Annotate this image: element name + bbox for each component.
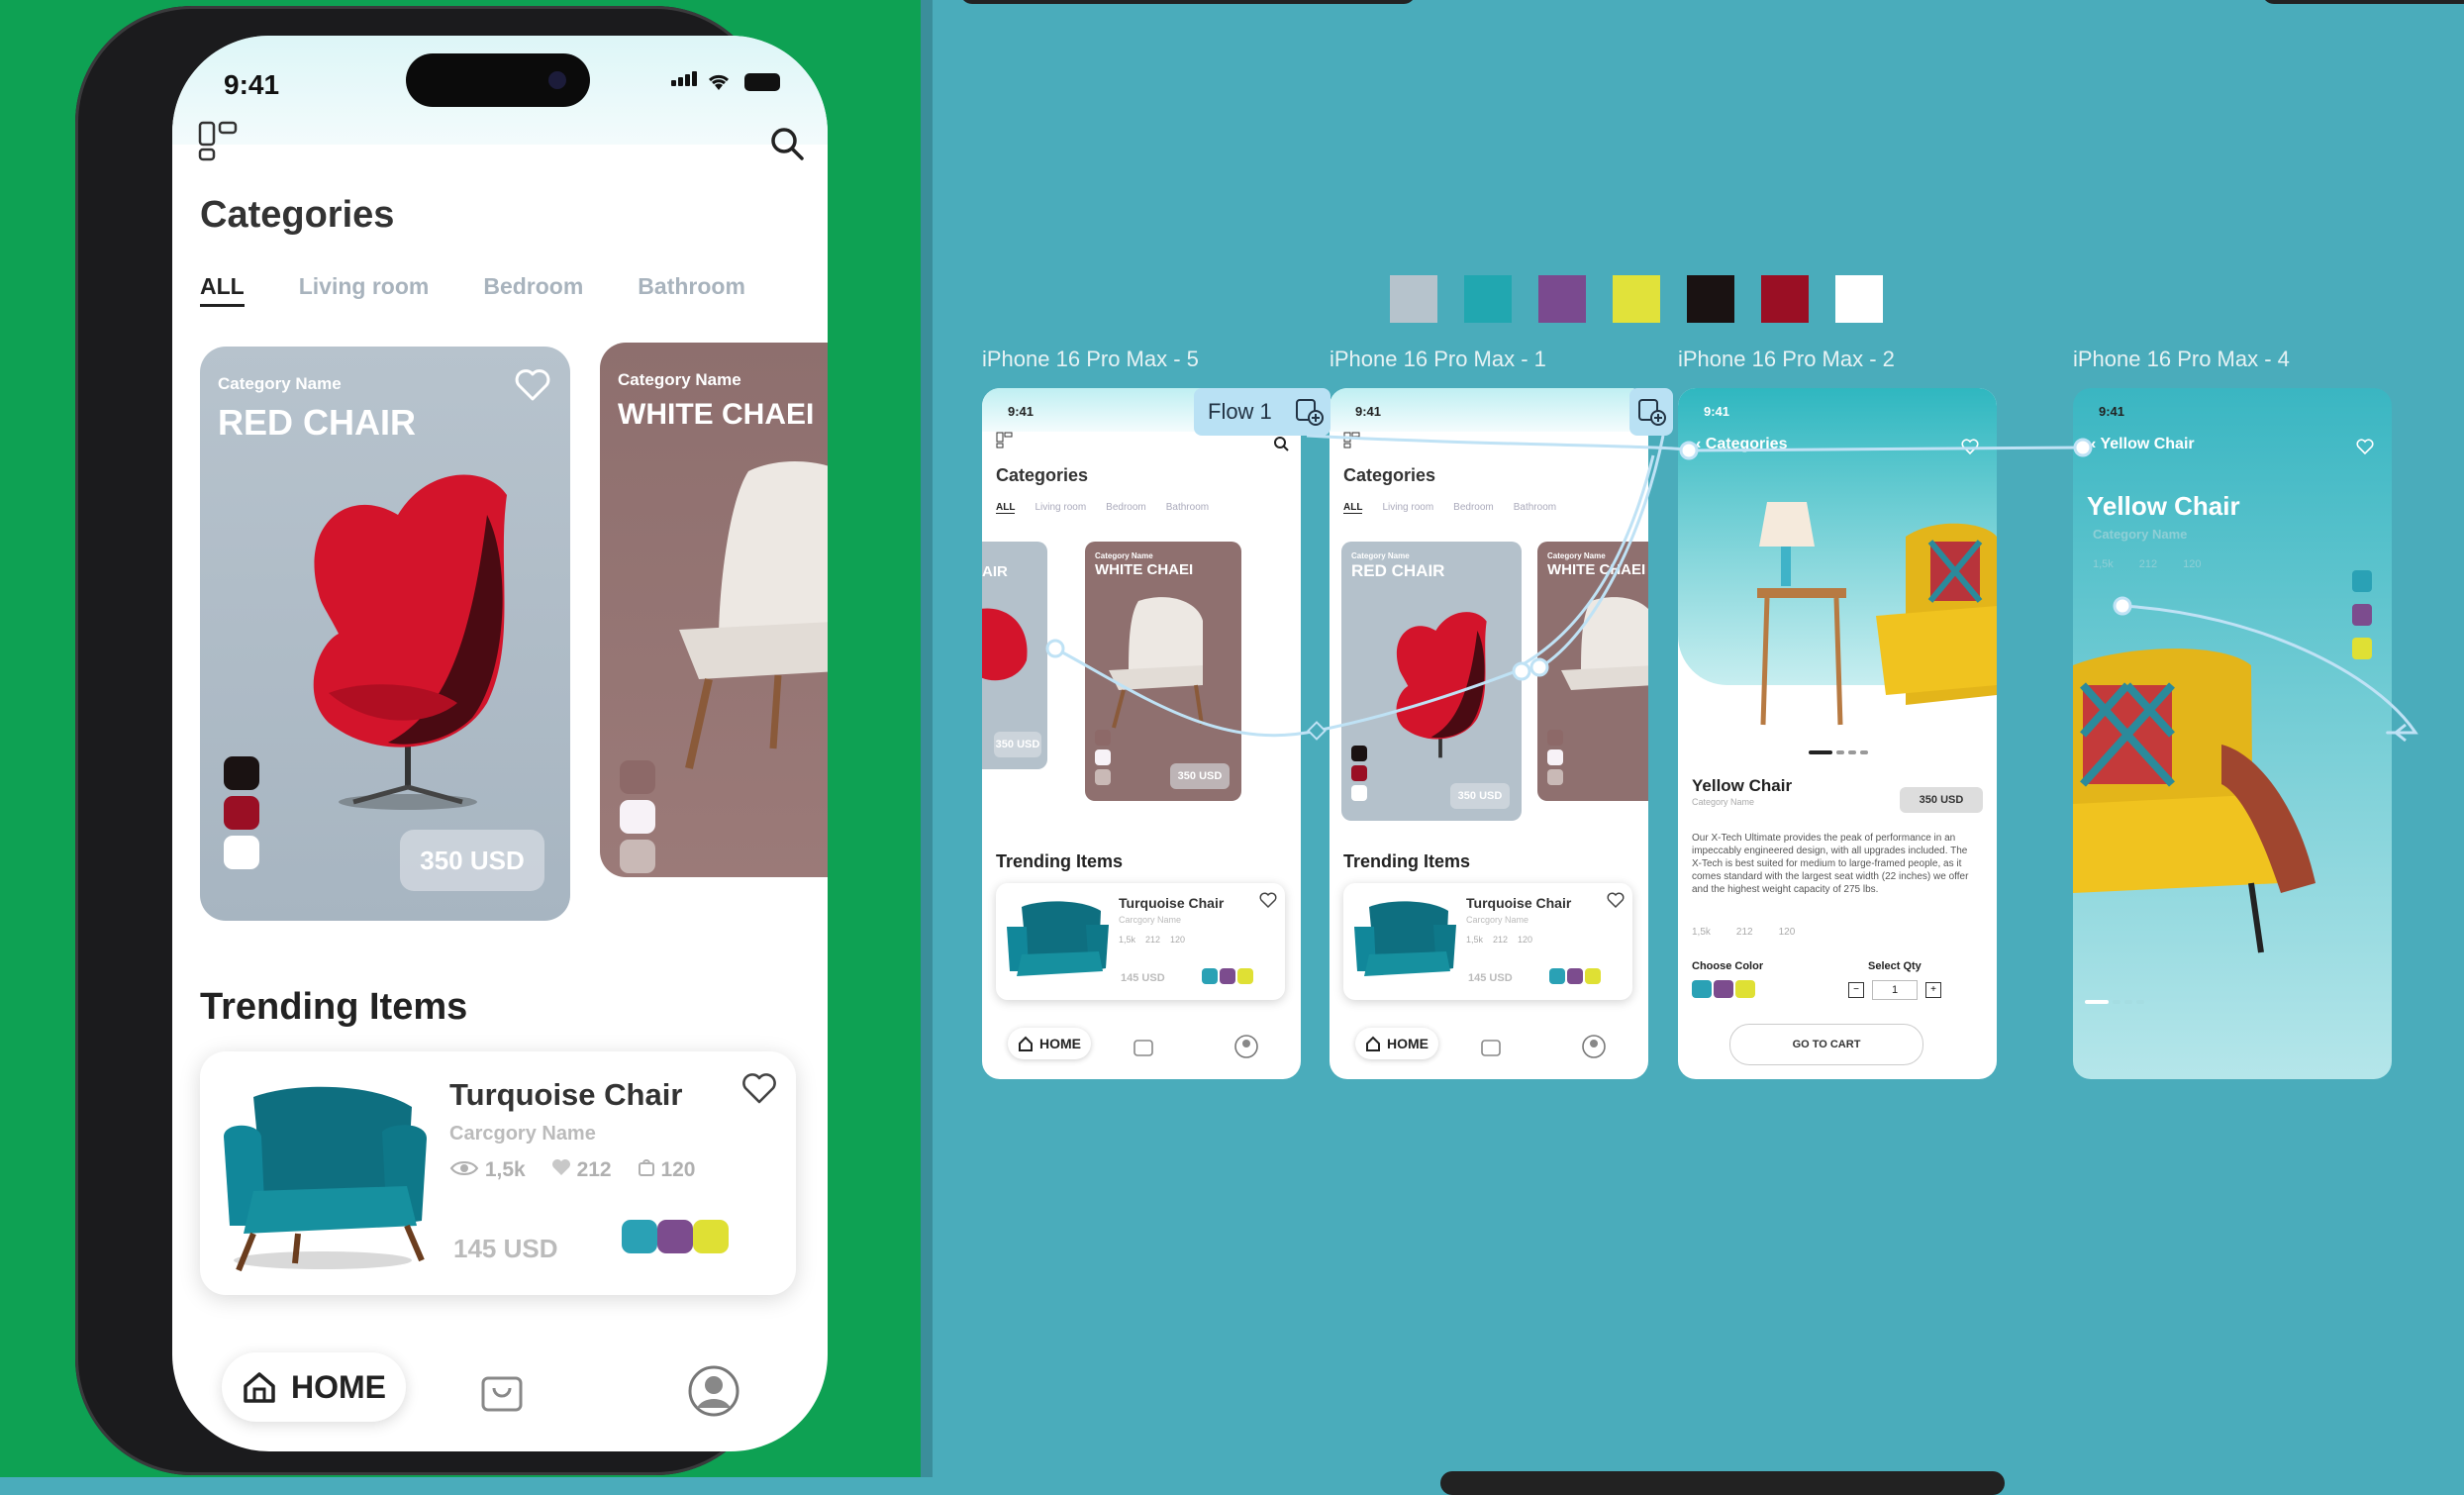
connection-node[interactable] [1679,441,1699,460]
prototype-connections [1045,434,2418,743]
connection-diamond[interactable] [1307,721,1327,741]
connection-node[interactable] [2113,596,2132,616]
connection-node[interactable] [2073,438,2093,457]
connection-node[interactable] [1529,657,1549,677]
connection-node[interactable] [1045,639,1065,658]
connection-node[interactable] [1512,661,1531,681]
